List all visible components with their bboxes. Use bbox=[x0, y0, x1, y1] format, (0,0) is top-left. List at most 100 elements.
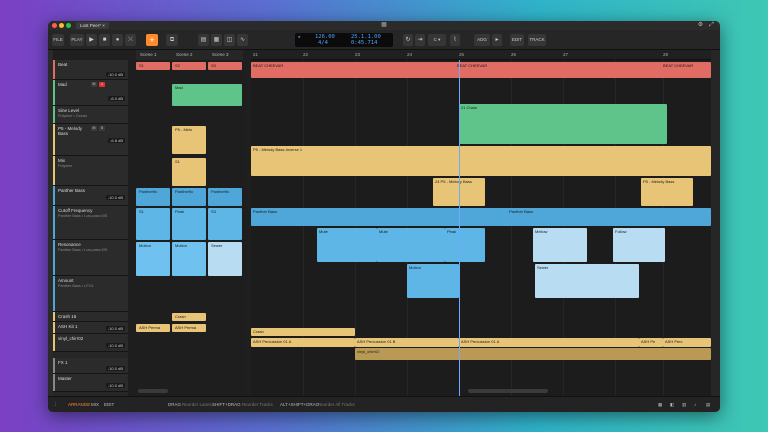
add-button[interactable]: + bbox=[146, 34, 158, 46]
automation-icon[interactable]: ◫ bbox=[224, 34, 235, 46]
launcher-clip[interactable]: Motion bbox=[136, 242, 170, 276]
track-volume[interactable]: -10.0 dB bbox=[105, 343, 125, 348]
track-volume[interactable]: -6.8 dB bbox=[108, 138, 125, 143]
arranger-clip-p5c[interactable]: P5 - Melody Bass bbox=[641, 178, 693, 206]
mixer-panel-icon[interactable]: ▥ bbox=[682, 402, 686, 408]
adg-button[interactable]: ADG bbox=[474, 34, 490, 46]
mute-button[interactable]: M bbox=[91, 82, 97, 87]
launcher-clip[interactable]: P5 - Melo bbox=[172, 126, 206, 154]
arranger-clip-mad[interactable]: 21 Chain bbox=[459, 104, 667, 144]
track-header-ash[interactable]: ASH Kit 1 -10.0 dB bbox=[53, 322, 128, 334]
time-signature-display[interactable]: 4/4 bbox=[318, 40, 328, 46]
groove-icon[interactable]: ⌇ bbox=[450, 34, 460, 46]
track-volume[interactable]: -10.0 dB bbox=[105, 366, 125, 371]
solo-button[interactable]: S bbox=[99, 126, 105, 131]
inspector-strip[interactable] bbox=[711, 50, 720, 396]
track-header-vinyl[interactable]: vinyl_chirr02 -10.0 dB bbox=[53, 334, 128, 352]
play-menu-button[interactable]: PLAY bbox=[70, 34, 84, 46]
punch-icon[interactable]: ⇥ bbox=[415, 34, 425, 46]
automation-lane-header[interactable]: Sine Level Polysine • Ocean bbox=[53, 106, 128, 124]
wave-icon[interactable]: ∿ bbox=[237, 34, 248, 46]
track-volume[interactable]: -10.0 dB bbox=[105, 195, 125, 200]
launcher-clip[interactable]: S3 bbox=[208, 62, 242, 70]
loop-toggle-icon[interactable]: ↻ bbox=[403, 34, 413, 46]
close-window-button[interactable] bbox=[52, 23, 57, 28]
launcher-clip[interactable]: Panther9c bbox=[136, 188, 170, 206]
launcher-clip[interactable]: Peak bbox=[172, 208, 206, 240]
launcher-clip[interactable]: ASH Perma bbox=[172, 324, 206, 332]
track-header-p5[interactable]: P5 - Melody Bass M S -6.8 dB bbox=[53, 124, 128, 156]
track-header-fx1[interactable]: FX 1 -10.0 dB bbox=[53, 358, 128, 374]
track-volume[interactable]: -10.0 dB bbox=[105, 383, 125, 388]
project-tab[interactable]: Lost Peer* × bbox=[76, 22, 109, 29]
automation-lane-header[interactable]: Resonance Panther Bass • Low-pass MS bbox=[53, 240, 128, 276]
keyboard-icon[interactable]: ▦ bbox=[211, 34, 222, 46]
launcher-clip[interactable]: Panther9c bbox=[208, 188, 242, 206]
file-button[interactable]: FILE bbox=[52, 34, 64, 46]
maximize-window-button[interactable] bbox=[66, 23, 71, 28]
arranger-timeline[interactable]: BEAT CHEEVAR BEAT CHEEVAR BEAT CHEEVAR 2… bbox=[251, 60, 711, 396]
more-icon[interactable]: ⋮ bbox=[53, 402, 58, 408]
scene-1-header[interactable]: Scene 1 bbox=[140, 52, 157, 57]
transport-display[interactable]: ◈ 126.00 4/4 25.1.1.00 0:45.714 bbox=[295, 33, 393, 47]
mix-tab[interactable]: MIX bbox=[91, 402, 99, 407]
launcher-clip[interactable]: S1 bbox=[136, 208, 170, 240]
pointer-icon[interactable]: ▸ bbox=[492, 34, 502, 46]
playhead[interactable] bbox=[459, 60, 460, 396]
browser-icon[interactable]: ▦ bbox=[658, 402, 662, 408]
automation-clip[interactable]: Follow bbox=[613, 228, 665, 262]
minimize-window-button[interactable] bbox=[59, 23, 64, 28]
scene-3-header[interactable]: Scene 3 bbox=[212, 52, 229, 57]
inspector-icon[interactable]: ▤ bbox=[706, 402, 710, 408]
key-selector[interactable]: C ▾ bbox=[428, 34, 446, 46]
fullscreen-icon[interactable]: ⤢ bbox=[708, 22, 715, 29]
settings-icon[interactable]: ⚙ bbox=[697, 22, 704, 29]
automation-lane-header[interactable]: Cutoff Frequency Panther Bass • Low-pass… bbox=[53, 206, 128, 240]
automation-clip[interactable]: Mute bbox=[317, 228, 377, 262]
track-volume[interactable]: -10.0 dB bbox=[105, 72, 125, 77]
arranger-clip-p5[interactable]: P5 - Melody Bass-Inverse 1 bbox=[251, 146, 711, 176]
note-icon[interactable]: ♪ bbox=[694, 402, 696, 407]
mute-button[interactable]: M bbox=[91, 126, 97, 131]
automation-clip[interactable]: Peak bbox=[445, 228, 485, 262]
track-header-mad[interactable]: Mad M ● -6.0 dB bbox=[53, 80, 128, 106]
play-icon[interactable]: ▶ bbox=[86, 34, 97, 46]
comment-icon[interactable]: ▤ bbox=[198, 34, 209, 46]
track-volume[interactable]: -6.0 dB bbox=[108, 96, 125, 101]
arranger-clip-panther[interactable]: Panther Bass Panther Bass bbox=[251, 208, 711, 226]
launcher-clip[interactable]: S1 bbox=[172, 158, 206, 186]
device-icon[interactable]: ◧ bbox=[670, 402, 674, 408]
arranger-scrollbar[interactable] bbox=[468, 389, 548, 393]
automation-lane-header[interactable]: Amount Panther Bass • LFO1 bbox=[53, 276, 128, 312]
arranger-clip-beat[interactable]: BEAT CHEEVAR BEAT CHEEVAR BEAT CHEEVAR bbox=[251, 62, 711, 78]
launcher-clip[interactable]: S3 bbox=[208, 208, 242, 240]
edit-tab[interactable]: EDIT bbox=[104, 402, 114, 407]
track-view-button[interactable]: TRACK bbox=[528, 34, 546, 46]
launcher-scrollbar[interactable] bbox=[138, 389, 168, 393]
track-header-crash[interactable]: Crash 16 bbox=[53, 312, 128, 322]
arrange-tab[interactable]: ARRANGE bbox=[68, 402, 90, 407]
track-header-master[interactable]: Master -10.0 dB bbox=[53, 374, 128, 392]
launcher-clip[interactable]: Sewer bbox=[208, 242, 242, 276]
automation-clip[interactable]: Mute bbox=[377, 228, 445, 262]
automation-clip[interactable]: Motion bbox=[407, 264, 459, 298]
launcher-clip[interactable]: Crash bbox=[172, 313, 206, 321]
arranger-clip-ash[interactable]: ASH Pe bbox=[639, 338, 663, 347]
track-header-panther[interactable]: Panther Bass -10.0 dB bbox=[53, 186, 128, 206]
launcher-clip[interactable]: Panther9c bbox=[172, 188, 206, 206]
loop-icon[interactable]: ⤬ bbox=[125, 34, 136, 46]
launcher-clip[interactable]: S1 bbox=[136, 62, 170, 70]
launcher-clip[interactable]: Motion bbox=[172, 242, 206, 276]
automation-clip[interactable]: Mellow bbox=[533, 228, 587, 262]
arranger-clip-ash[interactable]: ASH Percussion 01 B bbox=[355, 338, 459, 347]
arranger-clip-vinyl[interactable]: vinyl_chirr02 bbox=[355, 348, 711, 360]
launcher-clip[interactable]: ASH Perma bbox=[136, 324, 170, 332]
edit-view-button[interactable]: EDIT bbox=[510, 34, 524, 46]
stop-icon[interactable]: ■ bbox=[99, 34, 110, 46]
metronome-icon[interactable]: ◈ bbox=[298, 34, 300, 39]
record-icon[interactable]: ● bbox=[112, 34, 123, 46]
arranger-clip-ash[interactable]: ASH Percussion 01 A bbox=[459, 338, 639, 347]
automation-clip[interactable]: Sewer bbox=[535, 264, 639, 298]
arranger-clip-ash[interactable]: ASH Percussion 01 A bbox=[251, 338, 355, 347]
mixer-icon[interactable]: ⧉ bbox=[166, 34, 178, 46]
